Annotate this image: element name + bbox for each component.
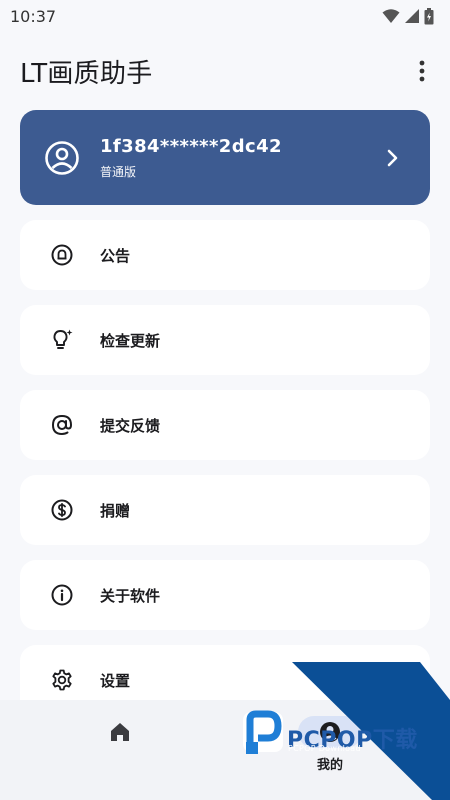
chevron-right-icon bbox=[387, 149, 398, 166]
menu-label: 提交反馈 bbox=[100, 416, 161, 435]
nav-label-mine: 我的 bbox=[316, 758, 343, 773]
menu-label: 关于软件 bbox=[100, 586, 161, 605]
account-id: 1f384******2dc42 bbox=[100, 135, 282, 157]
at-sign-icon bbox=[50, 413, 74, 437]
status-time: 10:37 bbox=[10, 6, 57, 26]
menu-item-feedback[interactable]: 提交反馈 bbox=[20, 390, 430, 460]
signal-icon bbox=[405, 9, 419, 23]
menu-label: 捐赠 bbox=[100, 501, 131, 520]
status-bar: 10:37 bbox=[0, 0, 450, 32]
menu-item-announcement[interactable]: 公告 bbox=[20, 220, 430, 290]
nav-item-mine[interactable]: 我的 bbox=[250, 700, 410, 800]
notification-bell-icon bbox=[50, 243, 74, 267]
overflow-menu-button[interactable] bbox=[410, 55, 434, 87]
nav-item-home[interactable] bbox=[40, 700, 200, 800]
account-tier: 普通版 bbox=[100, 164, 137, 179]
menu-item-check-update[interactable]: 检查更新 bbox=[20, 305, 430, 375]
wifi-icon bbox=[382, 9, 400, 23]
menu-label: 公告 bbox=[100, 246, 131, 265]
status-icons bbox=[382, 7, 434, 25]
account-info: 1f384******2dc42 普通版 bbox=[100, 136, 386, 180]
page-title: LT画质助手 bbox=[20, 58, 153, 89]
app-bar: LT画质助手 bbox=[0, 44, 450, 98]
menu-label: 设置 bbox=[100, 671, 131, 690]
dollar-circle-icon bbox=[50, 498, 74, 522]
battery-icon bbox=[424, 7, 434, 24]
menu-label: 检查更新 bbox=[100, 331, 161, 350]
home-icon bbox=[111, 723, 129, 741]
account-card[interactable]: 1f384******2dc42 普通版 bbox=[20, 110, 430, 205]
nav-pill bbox=[88, 716, 152, 748]
gear-icon bbox=[50, 668, 74, 692]
person-icon bbox=[320, 722, 340, 742]
info-icon bbox=[50, 583, 74, 607]
nav-pill bbox=[298, 716, 362, 748]
menu-item-donate[interactable]: 捐赠 bbox=[20, 475, 430, 545]
account-circle-icon bbox=[45, 140, 79, 175]
menu-item-about[interactable]: 关于软件 bbox=[20, 560, 430, 630]
lightbulb-sparkle-icon bbox=[50, 328, 74, 352]
bottom-navigation: 我的 bbox=[0, 700, 450, 800]
more-vertical-icon bbox=[419, 60, 425, 82]
